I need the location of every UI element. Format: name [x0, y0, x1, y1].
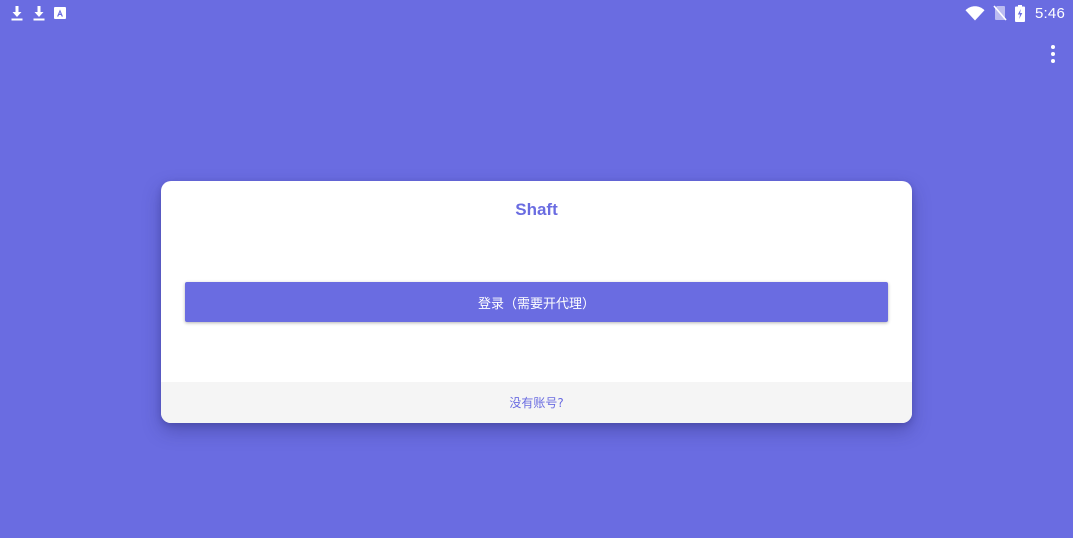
download-icon — [10, 5, 24, 21]
card-footer: 没有账号? — [161, 382, 912, 423]
download-icon — [32, 5, 46, 21]
signup-link[interactable]: 没有账号? — [509, 394, 563, 411]
notification-icons — [10, 4, 66, 22]
status-bar: 5:46 — [0, 0, 1073, 26]
login-card: Shaft 登录（需要开代理） 没有账号? — [161, 181, 912, 423]
login-button[interactable]: 登录（需要开代理） — [185, 282, 888, 322]
wifi-icon — [965, 5, 985, 21]
no-sim-icon — [993, 5, 1007, 21]
app-title: Shaft — [515, 200, 558, 219]
app-notification-icon — [54, 7, 66, 19]
system-icons: 5:46 — [965, 3, 1065, 23]
overflow-menu-button[interactable] — [1045, 45, 1061, 67]
more-vert-icon — [1051, 45, 1055, 67]
clock: 5:46 — [1035, 4, 1065, 22]
battery-charging-icon — [1015, 4, 1025, 22]
